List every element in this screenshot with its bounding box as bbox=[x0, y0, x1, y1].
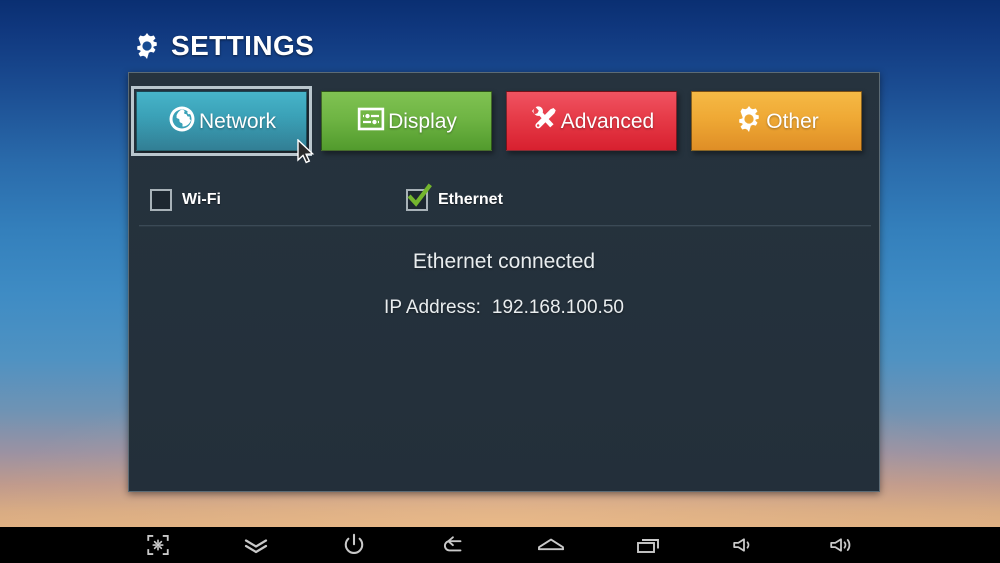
volume-down-icon bbox=[733, 538, 750, 552]
globe-icon bbox=[167, 104, 197, 139]
connection-status: Ethernet connected IP Address: 192.168.1… bbox=[129, 251, 879, 317]
checkbox-wifi-label: Wi-Fi bbox=[182, 191, 221, 208]
checkbox-ethernet[interactable]: Ethernet bbox=[406, 183, 503, 211]
gear-icon bbox=[132, 31, 162, 61]
system-navigation-bar bbox=[0, 527, 1000, 563]
checkbox-ethernet-box[interactable] bbox=[406, 183, 432, 211]
checkmark-icon bbox=[407, 183, 432, 207]
tab-network-label: Network bbox=[198, 109, 277, 133]
screenshot-icon bbox=[147, 534, 169, 556]
panel-body: Network Display Advanced Other Wi-Fi Eth… bbox=[129, 73, 879, 491]
recent-apps-icon bbox=[637, 539, 659, 553]
volume-down-button[interactable] bbox=[718, 527, 770, 563]
power-button[interactable] bbox=[328, 527, 380, 563]
tab-other-label: Other bbox=[766, 109, 819, 133]
sliders-icon bbox=[356, 104, 386, 139]
collapse-button[interactable] bbox=[230, 527, 282, 563]
volume-up-icon bbox=[830, 538, 851, 552]
tab-display-label: Display bbox=[388, 109, 457, 133]
recent-apps-button[interactable] bbox=[623, 527, 675, 563]
checkbox-wifi-box[interactable] bbox=[150, 189, 172, 211]
ip-address-label: IP Address: bbox=[384, 297, 481, 318]
tab-advanced[interactable]: Advanced bbox=[506, 91, 677, 151]
tools-icon bbox=[529, 104, 559, 139]
volume-up-button[interactable] bbox=[817, 527, 869, 563]
tab-network[interactable]: Network bbox=[131, 86, 312, 156]
network-options: Wi-Fi Ethernet bbox=[129, 183, 879, 229]
chevrons-down-icon bbox=[244, 539, 268, 554]
checkbox-wifi[interactable]: Wi-Fi bbox=[150, 189, 221, 211]
home-button[interactable] bbox=[525, 527, 577, 563]
page-header: SETTINGS bbox=[132, 31, 314, 61]
ip-address-row: IP Address: 192.168.100.50 bbox=[129, 298, 879, 317]
ip-address-value: 192.168.100.50 bbox=[491, 297, 624, 318]
power-icon bbox=[344, 533, 364, 554]
tab-display[interactable]: Display bbox=[321, 91, 492, 151]
section-divider bbox=[139, 225, 871, 227]
category-tabs: Network Display Advanced Other bbox=[131, 86, 862, 156]
status-text: Ethernet connected bbox=[412, 250, 596, 273]
back-button[interactable] bbox=[427, 527, 479, 563]
screenshot-button[interactable] bbox=[132, 527, 184, 563]
page-title: SETTINGS bbox=[171, 30, 315, 61]
tab-advanced-label: Advanced bbox=[560, 109, 655, 133]
home-icon bbox=[538, 538, 564, 551]
settings-screen: SETTINGS Network Display Advanced Other … bbox=[0, 0, 1000, 563]
settings-panel: Network Display Advanced Other Wi-Fi Eth… bbox=[128, 72, 880, 492]
checkbox-ethernet-label: Ethernet bbox=[438, 191, 503, 208]
back-arrow-icon bbox=[444, 536, 462, 552]
tab-other[interactable]: Other bbox=[691, 91, 862, 151]
gear-icon bbox=[734, 104, 764, 139]
